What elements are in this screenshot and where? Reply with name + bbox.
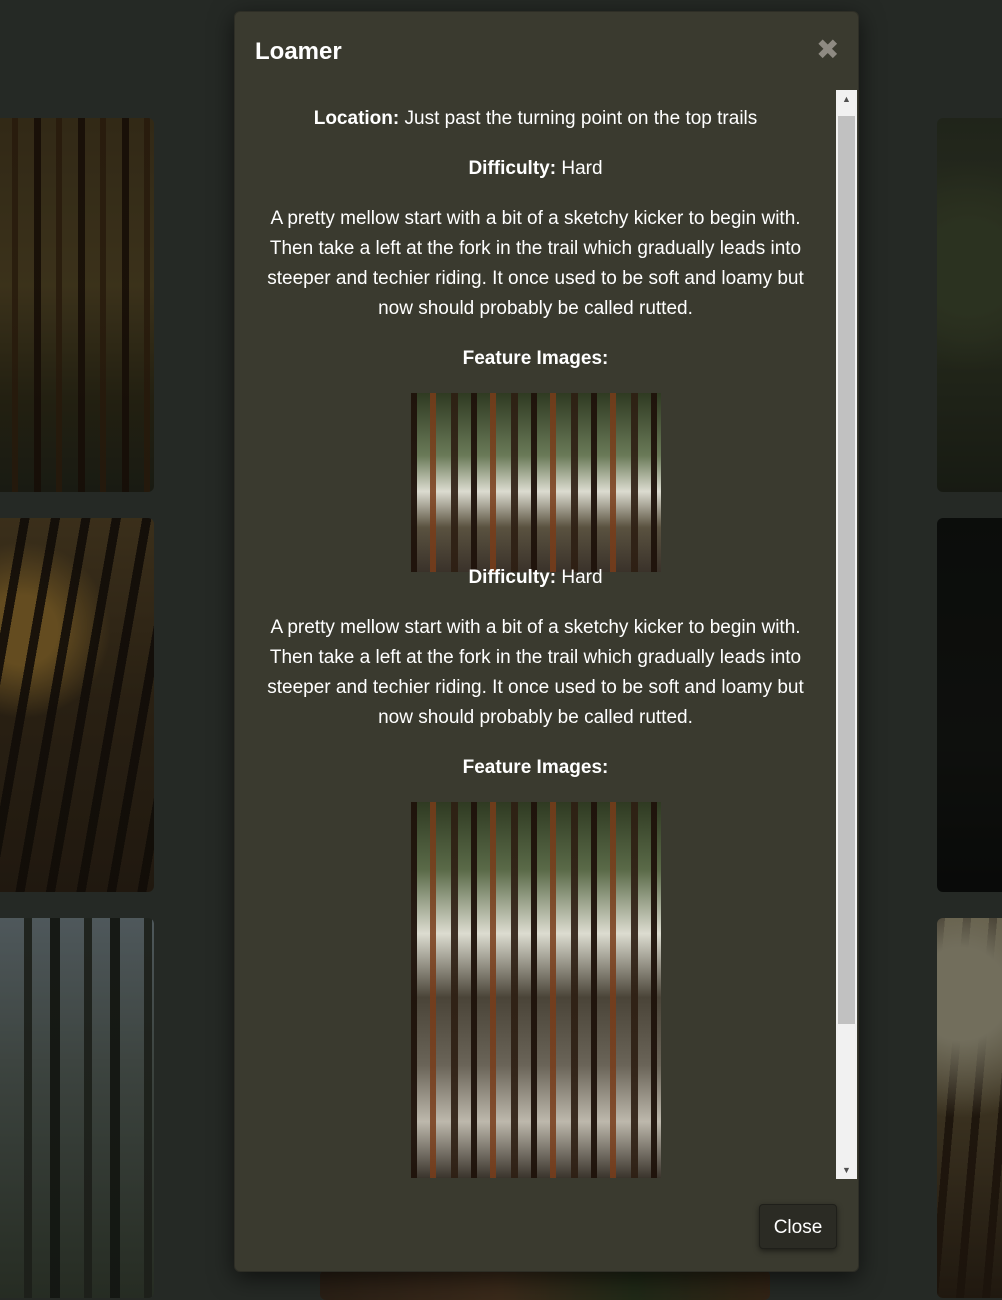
difficulty-label: Difficulty: [468,158,557,179]
modal-header: Loamer ✖ [235,12,858,90]
close-button[interactable]: Close [759,1204,837,1249]
gallery-card [937,518,1002,892]
difficulty-value: Hard [561,567,603,588]
location-value: Just past the turning point on the top t… [404,108,758,129]
difficulty-line: Difficulty: Hard [265,154,806,184]
scroll-up-icon[interactable]: ▲ [836,90,857,108]
difficulty-label: Difficulty: [468,567,557,588]
trail-modal: Loamer ✖ Location: Just past the turning… [234,11,859,1272]
location-label: Location: [313,108,400,129]
gallery-card [320,1270,770,1300]
gallery-card [937,118,1002,492]
gallery-card [0,918,154,1298]
feature-image [411,393,661,572]
close-icon[interactable]: ✖ [816,36,839,64]
trail-description: A pretty mellow start with a bit of a sk… [267,617,804,728]
feature-images-heading: Feature Images: [462,348,609,369]
modal-body: Location: Just past the turning point on… [235,90,858,1179]
difficulty-value: Hard [561,158,603,179]
modal-title: Loamer [255,38,342,65]
location-line: Location: Just past the turning point on… [265,104,806,134]
gallery-card [0,118,154,492]
gallery-card [937,918,1002,1298]
difficulty-line: Difficulty: Hard [265,563,806,593]
modal-scroll-area[interactable]: Location: Just past the turning point on… [235,90,836,1179]
scrollbar-thumb[interactable] [838,116,855,1024]
feature-image [411,802,661,1178]
scroll-down-icon[interactable]: ▼ [836,1161,857,1179]
modal-scrollbar[interactable]: ▲ ▼ [836,90,857,1179]
gallery-card [0,518,154,892]
feature-images-heading: Feature Images: [462,757,609,778]
trail-description: A pretty mellow start with a bit of a sk… [267,208,804,319]
